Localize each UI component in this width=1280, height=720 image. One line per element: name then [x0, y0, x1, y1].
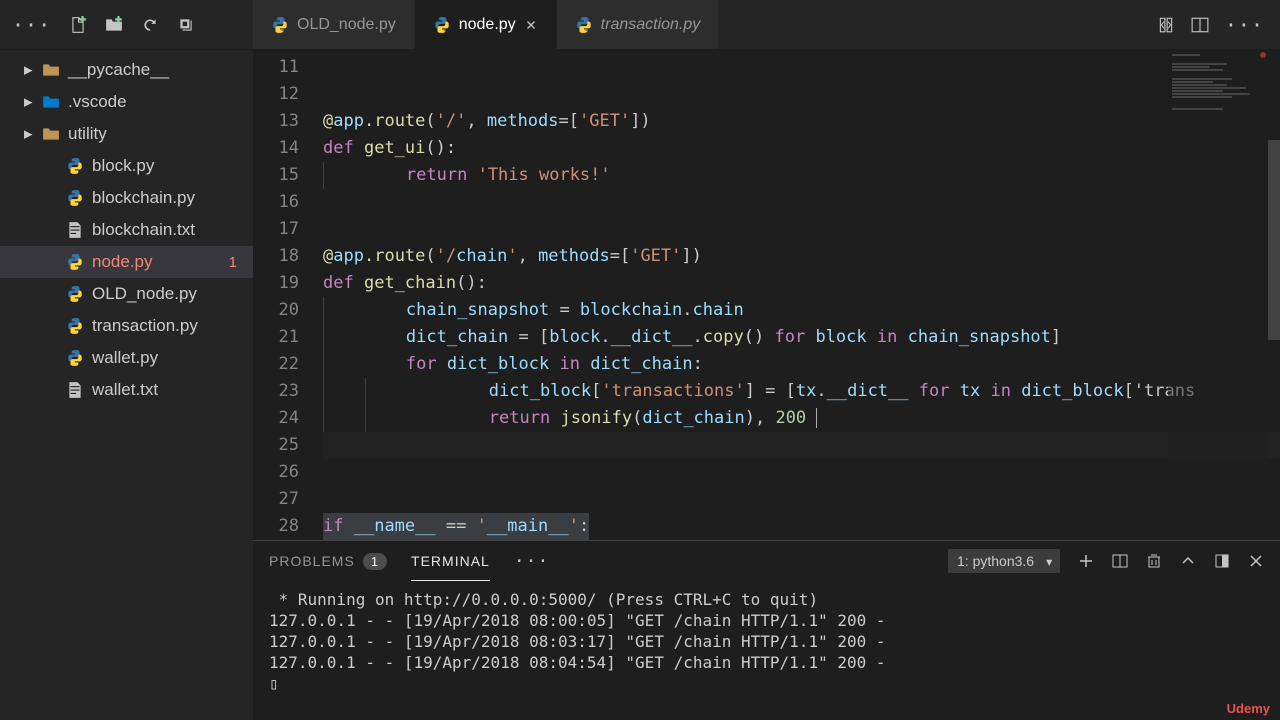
error-badge: 1	[229, 254, 245, 271]
python-icon	[433, 16, 451, 34]
refresh-icon[interactable]	[141, 16, 159, 34]
tabs-container: OLD_node.py node.py transaction.py	[253, 0, 1141, 49]
split-terminal-icon[interactable]	[1112, 553, 1128, 569]
tree-item-block-py[interactable]: block.py	[0, 150, 253, 182]
terminal-select-wrap[interactable]: 1: python3.6	[948, 549, 1060, 573]
panel-overflow-icon[interactable]: ···	[514, 551, 550, 572]
new-folder-icon[interactable]	[105, 16, 123, 34]
file-icon	[66, 221, 84, 239]
editor-overflow-icon[interactable]: ···	[1225, 13, 1264, 37]
udemy-watermark: Udemy	[1227, 701, 1270, 716]
tab-label: transaction.py	[601, 16, 701, 34]
tab-label: node.py	[459, 16, 516, 34]
tree-item-wallet-txt[interactable]: wallet.txt	[0, 374, 253, 406]
tree-item-blockchain-txt[interactable]: blockchain.txt	[0, 214, 253, 246]
titlebar: ··· OLD_node.py node.py transaction.py ·…	[0, 0, 1280, 50]
scrollbar-thumb[interactable]	[1268, 140, 1280, 340]
python-icon	[271, 16, 289, 34]
python-icon	[66, 317, 84, 335]
tree-item-label: transaction.py	[92, 316, 198, 336]
tree-item-utility[interactable]: ▸ utility	[0, 118, 253, 150]
tree-item--vscode[interactable]: ▸ .vscode	[0, 86, 253, 118]
python-icon	[66, 157, 84, 175]
close-panel-icon[interactable]	[1248, 553, 1264, 569]
compare-icon[interactable]	[1157, 16, 1175, 34]
problems-count: 1	[363, 553, 387, 570]
tree-item-label: wallet.txt	[92, 380, 158, 400]
tree-item-transaction-py[interactable]: transaction.py	[0, 310, 253, 342]
python-icon	[66, 189, 84, 207]
tree-item-label: blockchain.txt	[92, 220, 195, 240]
kill-terminal-icon[interactable]	[1146, 553, 1162, 569]
chevron-right-icon: ▸	[24, 92, 34, 112]
close-icon[interactable]	[524, 18, 538, 32]
tree-item-label: node.py	[92, 252, 153, 272]
line-numbers: 111213141516171819202122232425262728	[253, 50, 323, 540]
tab-node[interactable]: node.py	[415, 0, 557, 49]
new-file-icon[interactable]	[69, 16, 87, 34]
titlebar-left: ···	[0, 13, 253, 37]
python-icon	[66, 349, 84, 367]
chevron-right-icon: ▸	[24, 60, 34, 80]
panel-tabs: PROBLEMS 1 TERMINAL ··· 1: python3.6	[253, 541, 1280, 581]
error-marker	[1260, 52, 1266, 58]
overflow-menu-icon[interactable]: ···	[12, 13, 51, 37]
terminal-tab[interactable]: TERMINAL	[411, 541, 490, 581]
maximize-panel-icon[interactable]	[1214, 553, 1230, 569]
folder-icon	[42, 125, 60, 143]
terminal-output[interactable]: * Running on http://0.0.0.0:5000/ (Press…	[253, 581, 1280, 720]
tree-item-label: utility	[68, 124, 107, 144]
new-terminal-icon[interactable]	[1078, 553, 1094, 569]
minimap-content	[1168, 50, 1268, 115]
terminal-label: TERMINAL	[411, 553, 490, 569]
tree-item-label: blockchain.py	[92, 188, 195, 208]
tree-item-label: OLD_node.py	[92, 284, 197, 304]
titlebar-right: ···	[1141, 13, 1280, 37]
tree-item-__pycache__[interactable]: ▸ __pycache__	[0, 54, 253, 86]
tree-item-label: __pycache__	[68, 60, 169, 80]
chevron-right-icon: ▸	[24, 124, 34, 144]
folder-icon	[42, 61, 60, 79]
minimap[interactable]	[1168, 50, 1268, 540]
tree-item-wallet-py[interactable]: wallet.py	[0, 342, 253, 374]
chevron-up-icon[interactable]	[1180, 553, 1196, 569]
tree-item-label: .vscode	[68, 92, 127, 112]
workspace: ▸ __pycache__ ▸ .vscode ▸ utility block.py bloc…	[0, 50, 1280, 720]
python-icon	[66, 253, 84, 271]
tree-item-OLD_node-py[interactable]: OLD_node.py	[0, 278, 253, 310]
problems-label: PROBLEMS	[269, 553, 355, 569]
explorer-sidebar[interactable]: ▸ __pycache__ ▸ .vscode ▸ utility block.py bloc…	[0, 50, 253, 720]
terminal-select[interactable]: 1: python3.6	[948, 549, 1060, 573]
panel-actions: 1: python3.6	[948, 549, 1264, 573]
bottom-panel: PROBLEMS 1 TERMINAL ··· 1: python3.6	[253, 540, 1280, 720]
collapse-all-icon[interactable]	[177, 16, 195, 34]
file-icon	[66, 381, 84, 399]
editor-area[interactable]: 111213141516171819202122232425262728 @ap…	[253, 50, 1280, 720]
tab-transaction[interactable]: transaction.py	[557, 0, 720, 49]
tree-item-label: block.py	[92, 156, 154, 176]
split-editor-icon[interactable]	[1191, 16, 1209, 34]
code-area[interactable]: @app.route('/', methods=['GET'])def get_…	[323, 50, 1280, 540]
tree-item-label: wallet.py	[92, 348, 158, 368]
tree-item-node-py[interactable]: node.py 1	[0, 246, 253, 278]
python-icon	[575, 16, 593, 34]
editor-content[interactable]: 111213141516171819202122232425262728 @ap…	[253, 50, 1280, 540]
tab-label: OLD_node.py	[297, 16, 396, 34]
tab-old-node[interactable]: OLD_node.py	[253, 0, 415, 49]
problems-tab[interactable]: PROBLEMS 1	[269, 541, 387, 581]
python-icon	[66, 285, 84, 303]
tree-item-blockchain-py[interactable]: blockchain.py	[0, 182, 253, 214]
folder-icon	[42, 93, 60, 111]
editor-scrollbar[interactable]	[1268, 50, 1280, 540]
